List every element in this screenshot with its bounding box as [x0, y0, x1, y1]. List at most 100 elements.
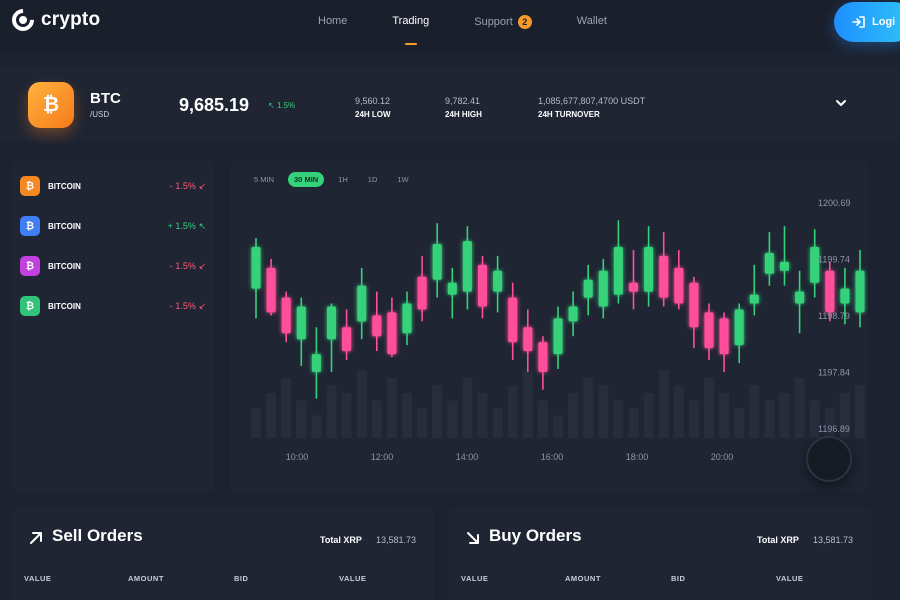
- candlestick-chart[interactable]: 1200.69 1199.74 1198.79 1197.84 1196.89 10:00…: [230, 160, 868, 492]
- arrow-down-icon: ↙: [198, 181, 206, 191]
- coin-name: BITCOIN: [48, 182, 81, 191]
- timeframe-selector: 5 MIN 30 MIN 1H 1D 1W: [248, 172, 415, 187]
- candle-body: [387, 312, 397, 355]
- candle-body: [523, 327, 533, 352]
- main-nav: Home Trading Support 2 Wallet: [318, 15, 607, 45]
- x-tick-label: 10:00: [286, 452, 309, 462]
- login-icon: [852, 16, 865, 28]
- ticker-bar: ₿ BTC /USD 9,685.19 ↖ 1.5% 9,560.12 24H …: [0, 66, 900, 142]
- watchlist-item[interactable]: ₿ BITCOIN - 1.5% ↙: [12, 175, 214, 197]
- bitcoin-icon: ₿: [20, 176, 40, 196]
- volume-bar: [598, 385, 609, 438]
- arrow-down-icon: ↙: [198, 261, 206, 271]
- candle-body: [689, 282, 699, 328]
- stat-label: 24H LOW: [355, 110, 391, 119]
- candle-body: [583, 279, 593, 298]
- volume-bar: [447, 400, 458, 438]
- watchlist-item[interactable]: ₿ BITCOIN - 1.5% ↙: [12, 295, 214, 317]
- current-price: 9,685.19: [179, 95, 250, 115]
- candle-body: [462, 241, 472, 292]
- column-header[interactable]: VALUE: [24, 574, 51, 583]
- trading-pair: BTC /USD: [90, 90, 121, 119]
- candle-body: [855, 270, 865, 313]
- column-header[interactable]: VALUE: [461, 574, 488, 583]
- candle-body: [644, 247, 654, 292]
- volume-bar: [402, 393, 412, 438]
- coin-change: - 1.5% ↙: [170, 261, 206, 272]
- column-header[interactable]: BID: [671, 574, 685, 583]
- coin-name: BITCOIN: [48, 222, 81, 231]
- floating-action-button[interactable]: [806, 436, 852, 482]
- nav-trading[interactable]: Trading: [392, 15, 429, 45]
- volume-bar: [266, 393, 277, 438]
- candle-body: [553, 318, 563, 355]
- brand-name: crypto: [41, 9, 101, 30]
- candle-body: [266, 267, 276, 313]
- volume-bar: [522, 370, 533, 438]
- sell-orders-panel: Sell Orders Total XRP 13,581.73 VALUE AM…: [12, 508, 434, 600]
- candle-body: [749, 294, 759, 304]
- volume-bar: [643, 393, 654, 438]
- coin-change: - 1.5% ↙: [170, 301, 206, 312]
- watchlist-item[interactable]: ₿ BITCOIN - 1.5% ↙: [12, 255, 214, 277]
- volume-bar: [688, 400, 699, 438]
- candle-body: [296, 306, 306, 340]
- stat-value: 9,782.41: [445, 96, 481, 106]
- coin-change-value: - 1.5%: [169, 301, 196, 311]
- column-header[interactable]: AMOUNT: [565, 574, 601, 583]
- timeframe-5min[interactable]: 5 MIN: [248, 172, 280, 187]
- volume-bar: [326, 385, 337, 438]
- top-navbar: crypto Home Trading Support 2 Wallet Logi: [0, 0, 900, 50]
- x-tick-label: 20:00: [711, 452, 734, 462]
- timeframe-30min[interactable]: 30 MIN: [288, 172, 325, 187]
- y-tick-label: 1196.89: [818, 424, 850, 434]
- candle-body: [447, 282, 457, 295]
- nav-support[interactable]: Support 2: [474, 15, 532, 29]
- bitcoin-icon: ₿: [20, 296, 40, 316]
- volume-bar: [779, 393, 790, 438]
- coin-name: BITCOIN: [48, 302, 81, 311]
- arrow-up-icon: ↖: [268, 101, 275, 110]
- bitcoin-icon: ₿: [20, 216, 40, 236]
- bitcoin-icon: ₿: [28, 82, 74, 128]
- volume-bar: [507, 385, 518, 438]
- nav-wallet[interactable]: Wallet: [577, 15, 607, 29]
- volume-bar: [462, 378, 473, 438]
- candle-body: [734, 309, 744, 346]
- volume-bar: [764, 400, 775, 438]
- candle-body: [810, 247, 820, 283]
- candle-body: [251, 247, 261, 289]
- coin-change-value: + 1.5%: [167, 221, 196, 231]
- column-header[interactable]: VALUE: [776, 574, 803, 583]
- chart-panel: 1200.69 1199.74 1198.79 1197.84 1196.89 10:00…: [230, 160, 868, 492]
- arrow-down-icon: ↙: [198, 301, 206, 311]
- volume-bar: [371, 400, 382, 438]
- chevron-down-icon[interactable]: [834, 96, 848, 110]
- timeframe-1w[interactable]: 1W: [391, 172, 414, 187]
- bitcoin-glyph: ₿: [42, 93, 60, 116]
- candle-body: [372, 315, 382, 337]
- brand-logo[interactable]: crypto: [7, 4, 101, 36]
- volume-bar: [734, 408, 745, 438]
- candle-body: [659, 255, 669, 298]
- watchlist-panel: ₿ BITCOIN - 1.5% ↙ ₿ BITCOIN + 1.5% ↖ ₿ …: [12, 160, 214, 492]
- x-tick-label: 12:00: [371, 452, 394, 462]
- timeframe-1h[interactable]: 1H: [332, 172, 354, 187]
- y-tick-label: 1199.74: [818, 255, 850, 265]
- volume-bar: [749, 385, 760, 438]
- watchlist-item[interactable]: ₿ BITCOIN + 1.5% ↖: [12, 215, 214, 237]
- volume-bar: [704, 378, 714, 438]
- candle-body: [417, 276, 427, 310]
- column-header[interactable]: VALUE: [339, 574, 366, 583]
- column-header[interactable]: BID: [234, 574, 248, 583]
- candle-body: [402, 303, 412, 334]
- nav-home[interactable]: Home: [318, 15, 347, 29]
- candle-body: [311, 354, 321, 372]
- crypto-logo-icon: [7, 4, 39, 36]
- column-header[interactable]: AMOUNT: [128, 574, 164, 583]
- candle-body: [613, 247, 623, 295]
- login-button[interactable]: Logi: [834, 2, 900, 42]
- candle-body: [493, 270, 503, 292]
- timeframe-1d[interactable]: 1D: [362, 172, 384, 187]
- volume-bar: [251, 408, 261, 438]
